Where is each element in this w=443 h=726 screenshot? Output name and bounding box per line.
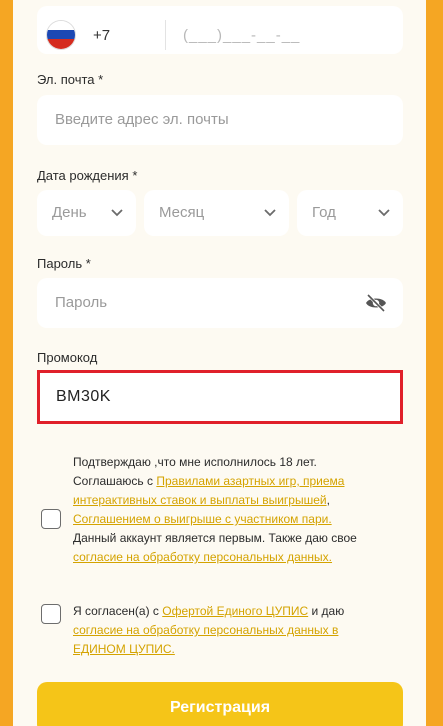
day-select[interactable]: День: [37, 190, 136, 236]
year-select[interactable]: Год: [297, 190, 403, 236]
winnings-agreement-link[interactable]: Соглашением о выигрыше с участником пари…: [73, 512, 332, 526]
cupis-text: Я согласен(а) с Офертой Единого ЦУПИС и …: [73, 602, 373, 659]
registration-form: +7 (___)___-__-__ Эл. почта * Введите ад…: [13, 0, 426, 726]
phone-field[interactable]: +7 (___)___-__-__: [37, 6, 403, 54]
month-select-value: Месяц: [159, 204, 205, 221]
personal-data-link[interactable]: согласие на обработку персональных данны…: [73, 550, 332, 564]
eye-off-icon[interactable]: [365, 293, 387, 313]
year-select-value: Год: [312, 204, 336, 221]
age-rules-text: Подтверждаю ,что мне исполнилось 18 лет.…: [73, 453, 373, 567]
register-button[interactable]: Регистрация: [37, 682, 403, 726]
email-placeholder: Введите адрес эл. почты: [55, 111, 229, 128]
cupis-personal-data-link[interactable]: согласие на обработку персональных данны…: [73, 623, 338, 656]
password-field[interactable]: Пароль: [37, 278, 403, 328]
email-label: Эл. почта *: [37, 72, 104, 87]
email-field[interactable]: Введите адрес эл. почты: [37, 95, 403, 145]
age-rules-checkbox[interactable]: [41, 509, 61, 529]
divider: [165, 20, 166, 50]
register-label: Регистрация: [169, 699, 271, 716]
password-placeholder: Пароль: [55, 294, 108, 311]
promo-input[interactable]: BM30K: [37, 370, 403, 424]
country-code[interactable]: +7: [93, 27, 110, 44]
day-select-value: День: [52, 204, 87, 221]
consent1-text3: Данный аккаунт является первым. Также да…: [73, 531, 357, 545]
chevron-down-icon: [111, 209, 123, 217]
cupis-offer-link[interactable]: Офертой Единого ЦУПИС: [162, 604, 308, 618]
password-label: Пароль *: [37, 256, 91, 271]
consent2-text1: Я согласен(а) с: [73, 604, 163, 618]
promo-value: BM30K: [56, 388, 111, 405]
cupis-checkbox[interactable]: [41, 604, 61, 624]
chevron-down-icon: [378, 209, 390, 217]
russia-flag-icon[interactable]: [47, 21, 75, 49]
phone-input[interactable]: (___)___-__-__: [183, 27, 300, 44]
consent2-text2: и даю: [308, 604, 345, 618]
birth-label: Дата рождения *: [37, 168, 138, 183]
month-select[interactable]: Месяц: [144, 190, 289, 236]
promo-label: Промокод: [37, 350, 98, 365]
chevron-down-icon: [264, 209, 276, 217]
consent1-text2: ,: [326, 493, 330, 507]
